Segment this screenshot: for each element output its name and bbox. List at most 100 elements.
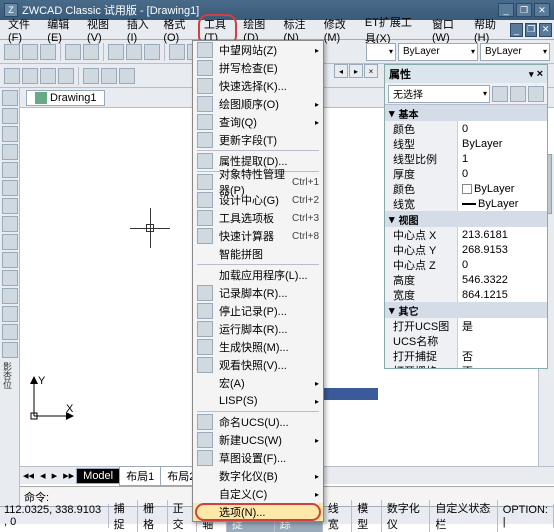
menu-item-29[interactable]: 选项(N)... (193, 503, 323, 521)
text-icon[interactable] (2, 234, 18, 250)
print-icon[interactable] (65, 44, 81, 60)
prop-row[interactable]: 厚度0 (385, 166, 547, 181)
status-toggle[interactable]: 捕捉 (109, 500, 139, 532)
menu-item-4[interactable]: 查询(Q)▸ (193, 113, 323, 131)
prop-row[interactable]: 中心点 Y268.9153 (385, 242, 547, 257)
sheet-tab-model[interactable]: Model (76, 468, 120, 484)
prop-row[interactable]: 打开栅格否 (385, 363, 547, 368)
tool-a-icon[interactable] (4, 68, 20, 84)
tool-c-icon[interactable] (40, 68, 56, 84)
open-icon[interactable] (22, 44, 38, 60)
menu-item-20[interactable]: 观看快照(V)... (193, 356, 323, 374)
restore-button[interactable]: ❐ (516, 3, 532, 17)
sheet-tab[interactable]: 布局1 (119, 466, 161, 486)
sheet-nav[interactable]: ▸▸ (60, 469, 77, 482)
menu-item-24[interactable]: 命名UCS(U)... (193, 413, 323, 431)
save-icon[interactable] (40, 44, 56, 60)
menu-item-1[interactable]: 拼写检查(E) (193, 59, 323, 77)
menu-item-3[interactable]: 绘图顺序(O)▸ (193, 95, 323, 113)
menu-item-22[interactable]: LISP(S)▸ (193, 392, 323, 410)
prop-group[interactable]: ▾视图 (385, 211, 547, 227)
prop-row[interactable]: 打开捕捉否 (385, 348, 547, 363)
nav-left-icon[interactable]: ◂ (334, 64, 348, 78)
prop-group[interactable]: ▾其它 (385, 302, 547, 318)
menu-item-21[interactable]: 宏(A)▸ (193, 374, 323, 392)
doc-win-btn[interactable]: ❐ (525, 23, 538, 37)
prop-row[interactable]: 线型比例1 (385, 151, 547, 166)
panel-close-icon[interactable]: × (537, 68, 543, 80)
menu-11[interactable]: 帮助(H) (468, 14, 508, 46)
bylayer-combo-1[interactable]: ByLayer (398, 43, 478, 61)
prop-row[interactable]: 高度546.3322 (385, 272, 547, 287)
preview-icon[interactable] (83, 44, 99, 60)
menu-item-26[interactable]: 草图设置(F)... (193, 449, 323, 467)
prop-row[interactable]: 中心点 Z0 (385, 257, 547, 272)
prop-row[interactable]: 线宽ByLayer (385, 196, 547, 211)
menu-1[interactable]: 编辑(E) (41, 14, 81, 46)
prop-row[interactable]: 中心点 X213.6181 (385, 227, 547, 242)
menu-item-9[interactable]: 对象特性管理器(P)Ctrl+1 (193, 173, 323, 191)
prop-tool2-icon[interactable] (510, 86, 526, 102)
prop-row[interactable]: 宽度864.1215 (385, 287, 547, 302)
menu-item-0[interactable]: 中望网站(Z)▸ (193, 41, 323, 59)
dim-icon[interactable] (2, 252, 18, 268)
status-toggle[interactable]: 线宽 (323, 500, 353, 532)
menu-item-13[interactable]: 智能拼图 (193, 245, 323, 263)
line-icon[interactable] (2, 90, 18, 106)
sheet-nav[interactable]: ◂◂ (20, 469, 37, 482)
prop-row[interactable]: 打开UCS图标:是 (385, 318, 547, 333)
tool-e-icon[interactable] (83, 68, 99, 84)
bylayer-combo-2[interactable]: ByLayer (480, 43, 550, 61)
circle-icon[interactable] (2, 126, 18, 142)
table-icon[interactable] (2, 342, 18, 358)
menu-10[interactable]: 窗口(W) (426, 14, 468, 46)
tool-d-icon[interactable] (58, 68, 74, 84)
menu-0[interactable]: 文件(F) (2, 14, 41, 46)
panel-pin-icon[interactable]: ▾ (529, 69, 534, 79)
menu-item-17[interactable]: 停止记录(P)... (193, 302, 323, 320)
prop-tool1-icon[interactable] (492, 86, 508, 102)
misc-combo[interactable] (366, 43, 396, 61)
status-right-item[interactable]: 数字化仪 (382, 500, 431, 532)
menu-item-27[interactable]: 数字化仪(B)▸ (193, 467, 323, 485)
status-toggle[interactable]: 栅格 (138, 500, 168, 532)
menu-item-2[interactable]: 快速选择(K)... (193, 77, 323, 95)
undo-icon[interactable] (169, 44, 185, 60)
nav-right-icon[interactable]: ▸ (349, 64, 363, 78)
nav-close-icon[interactable]: × (364, 64, 378, 78)
tool-f-icon[interactable] (101, 68, 117, 84)
block-icon[interactable] (2, 270, 18, 286)
selection-combo[interactable]: 无选择 (388, 85, 490, 103)
tool-g-icon[interactable] (119, 68, 135, 84)
polygon-icon[interactable] (2, 198, 18, 214)
ellipse-icon[interactable] (2, 180, 18, 196)
status-right-item[interactable]: 自定义状态栏 (430, 500, 497, 532)
tool-b-icon[interactable] (22, 68, 38, 84)
copy-icon[interactable] (126, 44, 142, 60)
prop-row[interactable]: 线型ByLayer (385, 136, 547, 151)
new-icon[interactable] (4, 44, 20, 60)
menu-item-19[interactable]: 生成快照(M)... (193, 338, 323, 356)
menu-item-25[interactable]: 新建UCS(W)▸ (193, 431, 323, 449)
menu-item-15[interactable]: 加载应用程序(L)... (193, 266, 323, 284)
cut-icon[interactable] (108, 44, 124, 60)
menu-item-16[interactable]: 记录脚本(R)... (193, 284, 323, 302)
menu-item-5[interactable]: 更新字段(T) (193, 131, 323, 149)
paste-icon[interactable] (144, 44, 160, 60)
menu-item-11[interactable]: 工具选项板Ctrl+3 (193, 209, 323, 227)
prop-row[interactable]: 颜色0 (385, 121, 547, 136)
prop-row[interactable]: 颜色ByLayer (385, 181, 547, 196)
prop-tool3-icon[interactable] (528, 86, 544, 102)
sheet-nav[interactable]: ◂ (37, 469, 49, 482)
menu-2[interactable]: 视图(V) (81, 14, 121, 46)
point-icon[interactable] (2, 288, 18, 304)
doc-win-btn[interactable]: ✕ (539, 23, 552, 37)
prop-row[interactable]: UCS名称 (385, 333, 547, 348)
document-tab[interactable]: Drawing1 (26, 90, 105, 106)
menu-item-12[interactable]: 快速计算器Ctrl+8 (193, 227, 323, 245)
menu-item-18[interactable]: 运行脚本(R)... (193, 320, 323, 338)
sheet-nav[interactable]: ▸ (49, 469, 61, 482)
spline-icon[interactable] (2, 306, 18, 322)
hatch-icon[interactable] (2, 216, 18, 232)
menu-item-10[interactable]: 设计中心(G)Ctrl+2 (193, 191, 323, 209)
